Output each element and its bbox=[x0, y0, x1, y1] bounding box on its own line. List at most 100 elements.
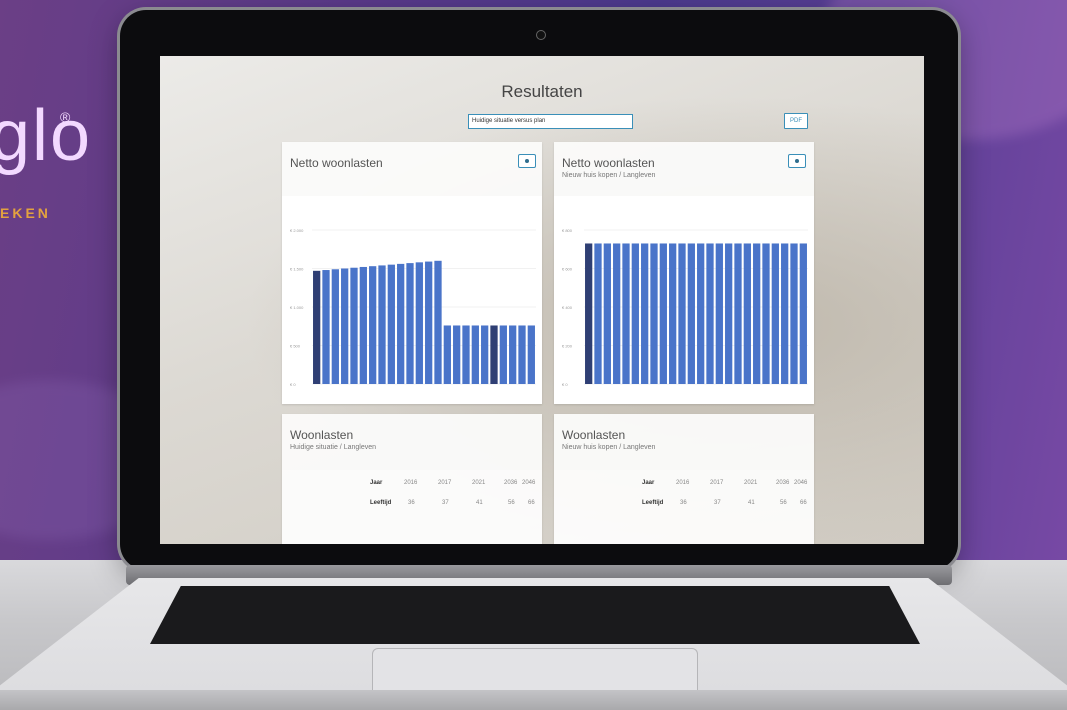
bar[interactable] bbox=[669, 243, 677, 384]
y-tick-label: € 800 bbox=[562, 228, 573, 233]
age-cell: 41 bbox=[748, 500, 755, 506]
bar[interactable] bbox=[406, 263, 414, 384]
bar-chart-left: € 0 € 500 € 1.000 € 1.500 € 2.000 bbox=[290, 228, 536, 387]
bar[interactable] bbox=[781, 243, 789, 384]
chart-card-right: Netto woonlasten Nieuw huis kopen / Lang… bbox=[554, 142, 814, 404]
bar[interactable] bbox=[359, 266, 367, 384]
bar[interactable] bbox=[443, 325, 451, 384]
year-cell: 2036 bbox=[504, 480, 518, 486]
bar[interactable] bbox=[641, 243, 649, 384]
card-header: Netto woonlasten Nieuw huis kopen / Lang… bbox=[554, 142, 814, 196]
card-subtitle: Huidige situatie / Langleven bbox=[290, 444, 377, 451]
card-title: Netto woonlasten bbox=[290, 156, 383, 170]
pdf-button[interactable]: PDF bbox=[784, 113, 808, 129]
bar[interactable] bbox=[490, 325, 498, 384]
bar[interactable] bbox=[387, 264, 395, 384]
age-cell: 36 bbox=[680, 500, 687, 506]
bar[interactable] bbox=[369, 266, 377, 384]
bar[interactable] bbox=[678, 243, 686, 384]
scenario-select[interactable]: Huidige situatie versus plan bbox=[468, 114, 633, 129]
row-label-leeftijd: Leeftijd bbox=[370, 500, 392, 506]
brand-logo: glo ® bbox=[0, 95, 92, 177]
bar[interactable] bbox=[650, 243, 658, 384]
bar[interactable] bbox=[743, 243, 751, 384]
y-tick-label: € 600 bbox=[562, 267, 573, 272]
bar[interactable] bbox=[734, 243, 742, 384]
age-cell: 37 bbox=[442, 500, 449, 506]
row-label-leeftijd: Leeftijd bbox=[642, 500, 664, 506]
card-title: Woonlasten bbox=[290, 428, 354, 442]
table-card-left: Woonlasten Huidige situatie / Langleven … bbox=[282, 414, 542, 544]
bar[interactable] bbox=[715, 243, 723, 384]
bar[interactable] bbox=[771, 243, 779, 384]
y-tick-label: € 0 bbox=[562, 382, 568, 387]
bar[interactable] bbox=[799, 243, 807, 384]
bar[interactable] bbox=[706, 243, 714, 384]
settings-button[interactable] bbox=[788, 154, 806, 168]
bar[interactable] bbox=[331, 269, 339, 384]
year-cell: 2021 bbox=[472, 480, 486, 486]
logo-text: glo bbox=[0, 96, 93, 176]
laptop-front-edge bbox=[0, 690, 1067, 710]
chart-area: € 0 € 500 € 1.000 € 1.500 € 2.000 bbox=[282, 196, 542, 404]
laptop-screen: Resultaten Huidige situatie versus plan … bbox=[160, 56, 924, 544]
age-cell: 66 bbox=[528, 500, 535, 506]
card-header: Woonlasten Huidige situatie / Langleven bbox=[282, 414, 542, 470]
bar[interactable] bbox=[659, 243, 667, 384]
bar[interactable] bbox=[790, 243, 798, 384]
bar[interactable] bbox=[585, 243, 593, 384]
bar[interactable] bbox=[518, 325, 526, 384]
card-subtitle: Nieuw huis kopen / Langleven bbox=[562, 172, 656, 179]
bar[interactable] bbox=[434, 260, 442, 384]
brand-tagline: EKEN bbox=[0, 205, 51, 221]
year-cell: 2016 bbox=[404, 480, 418, 486]
bar[interactable] bbox=[341, 268, 349, 385]
year-cell: 2046 bbox=[522, 480, 536, 486]
bar[interactable] bbox=[481, 325, 489, 384]
year-cell: 2021 bbox=[744, 480, 758, 486]
bar[interactable] bbox=[697, 243, 705, 384]
y-tick-label: € 2.000 bbox=[290, 228, 304, 233]
keyboard bbox=[150, 586, 920, 644]
bar[interactable] bbox=[415, 262, 423, 384]
bar[interactable] bbox=[527, 325, 535, 384]
table-card-right: Woonlasten Nieuw huis kopen / Langleven … bbox=[554, 414, 814, 544]
bar[interactable] bbox=[313, 270, 321, 384]
bar[interactable] bbox=[594, 243, 602, 384]
bar[interactable] bbox=[453, 325, 461, 384]
settings-button[interactable] bbox=[518, 154, 536, 168]
card-title: Woonlasten bbox=[562, 428, 626, 442]
y-tick-label: € 400 bbox=[562, 305, 573, 310]
row-label-jaar: Jaar bbox=[642, 480, 655, 486]
bar[interactable] bbox=[509, 325, 517, 384]
year-cell: 2017 bbox=[438, 480, 452, 486]
bar[interactable] bbox=[322, 270, 330, 384]
bar[interactable] bbox=[378, 265, 386, 384]
age-cell: 56 bbox=[508, 500, 515, 506]
age-cell: 56 bbox=[780, 500, 787, 506]
card-subtitle: Nieuw huis kopen / Langleven bbox=[562, 444, 656, 451]
bar[interactable] bbox=[687, 243, 695, 384]
registered-mark: ® bbox=[60, 109, 71, 125]
bar-chart-right: € 0 € 200 € 400 € 600 € 800 bbox=[562, 228, 808, 387]
bar[interactable] bbox=[753, 243, 761, 384]
year-cell: 2046 bbox=[794, 480, 808, 486]
age-cell: 66 bbox=[800, 500, 807, 506]
bar[interactable] bbox=[425, 261, 433, 384]
bar[interactable] bbox=[462, 325, 470, 384]
row-label-jaar: Jaar bbox=[370, 480, 383, 486]
bar[interactable] bbox=[350, 267, 358, 384]
bar[interactable] bbox=[622, 243, 630, 384]
y-tick-label: € 1.000 bbox=[290, 305, 304, 310]
bar[interactable] bbox=[613, 243, 621, 384]
bar[interactable] bbox=[725, 243, 733, 384]
year-cell: 2016 bbox=[676, 480, 690, 486]
bar[interactable] bbox=[631, 243, 639, 384]
bar[interactable] bbox=[762, 243, 770, 384]
y-tick-label: € 500 bbox=[290, 344, 301, 349]
y-tick-label: € 0 bbox=[290, 382, 296, 387]
bar[interactable] bbox=[397, 263, 405, 384]
bar[interactable] bbox=[471, 325, 479, 384]
bar[interactable] bbox=[603, 243, 611, 384]
bar[interactable] bbox=[499, 325, 507, 384]
